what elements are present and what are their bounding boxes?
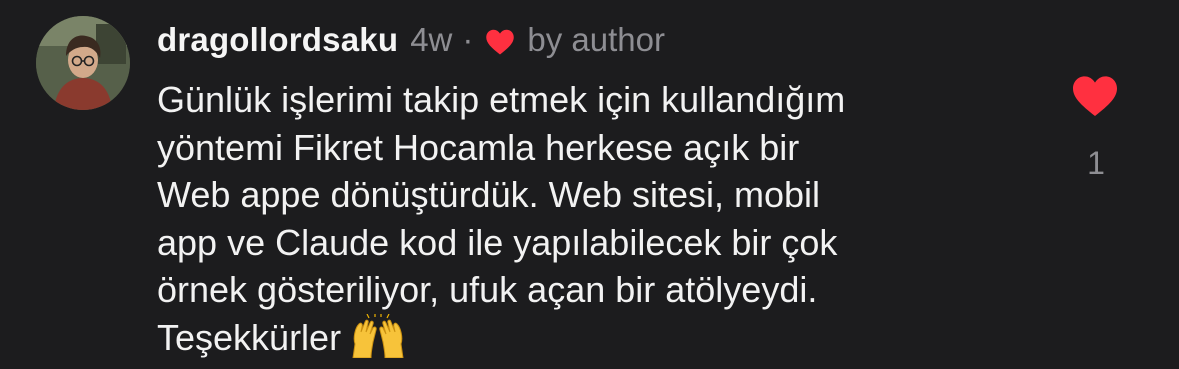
avatar[interactable] [36,16,130,110]
like-button[interactable] [1071,74,1119,118]
comment-item: dragollordsaku 4w · by author Günlük işl… [0,0,1179,365]
raising-hands-icon [347,312,409,358]
username[interactable]: dragollordsaku [157,21,398,59]
comment-meta: dragollordsaku 4w · by author [157,20,665,60]
comment-text: Günlük işlerimi takip etmek için kulland… [157,76,1037,361]
comment-body: Günlük işlerimi takip etmek için kulland… [157,79,846,358]
heart-icon [485,26,515,55]
heart-icon [1073,76,1117,116]
avatar-image [36,16,130,110]
like-count[interactable]: 1 [1076,145,1116,182]
timestamp: 4w [410,21,453,58]
separator-dot: · [462,21,474,58]
liked-by-author-label: by author [527,21,665,58]
